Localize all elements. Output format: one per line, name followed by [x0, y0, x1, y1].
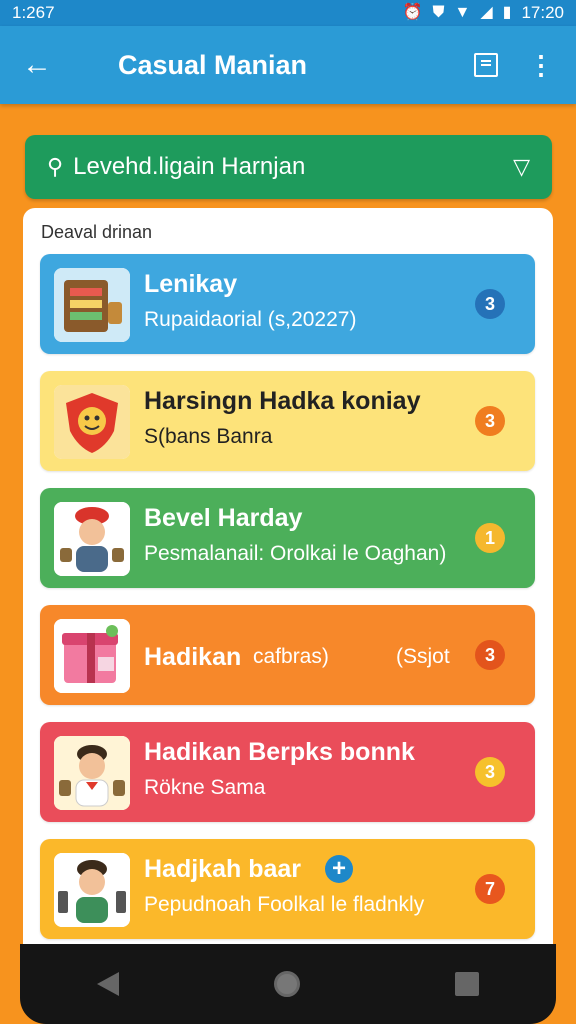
page-title: Casual Manian	[118, 49, 308, 80]
system-nav-bar	[20, 944, 556, 1024]
back-arrow-icon[interactable]: ←	[22, 48, 62, 82]
app-bar: ← Casual Manian ⋮	[0, 26, 576, 104]
more-vert-icon[interactable]: ⋮	[528, 50, 554, 81]
item-subtitle: S(bans Banra	[144, 425, 273, 448]
count-badge: 7	[475, 874, 505, 904]
item-title: Harsingn Hadka koniay	[144, 387, 421, 415]
shop-icon	[54, 268, 130, 342]
dropdown-caret-icon: ▽	[513, 154, 530, 179]
count-badge: 3	[475, 289, 505, 319]
card-heading: Deaval drinan	[41, 222, 153, 242]
shield-mascot-icon	[54, 385, 130, 459]
list-item[interactable]: Lenikay Rupaidaorial (s,20227) 3	[40, 254, 535, 354]
list-card: Deaval drinan Lenikay Rupaidaorial (s,20…	[23, 208, 553, 968]
nav-recents-icon[interactable]	[454, 972, 479, 996]
battery-icon: ▮	[502, 4, 512, 21]
filter-value: Levehd.ligain Harnjan	[73, 153, 306, 180]
count-badge: 3	[475, 757, 505, 787]
nav-back-icon[interactable]	[97, 972, 120, 996]
alarm-icon: ⏰	[402, 4, 423, 21]
list-item[interactable]: Bevel Harday Pesmalanail: Orolkai le Oag…	[40, 488, 535, 588]
item-subtitle: Rupaidaorial (s,20227)	[144, 308, 357, 331]
item-subtitle: cafbras)	[253, 645, 329, 668]
filter-dropdown[interactable]: ⚲ Levehd.ligain Harnjan ▽	[25, 135, 552, 199]
status-time-right: 17:20	[521, 3, 564, 22]
count-badge: 3	[475, 640, 505, 670]
person-tools-icon	[54, 853, 130, 927]
item-title: Lenikay	[144, 270, 238, 298]
wifi-icon: ▼	[454, 4, 471, 21]
status-bar: 1:267 ⏰ ⛊ ▼ ◢ ▮ 17:20	[0, 0, 576, 26]
list-item[interactable]: Harsingn Hadka koniay S(bans Banra 3	[40, 371, 535, 471]
status-time-left: 1:267	[12, 3, 55, 22]
item-title: Bevel Harday	[144, 504, 303, 532]
status-icons: ⏰ ⛊ ▼ ◢ ▮ 17:20	[403, 3, 564, 23]
gift-box-icon	[54, 619, 130, 693]
person-boy-icon	[54, 736, 130, 810]
nav-home-icon[interactable]	[273, 971, 300, 997]
item-title: Hadjkah baar	[144, 855, 302, 883]
count-badge: 1	[475, 523, 505, 553]
item-subtitle: Rökne Sama	[144, 776, 266, 799]
count-badge: 3	[475, 406, 505, 436]
list-item[interactable]: Hadikan Berpks bonnk Rökne Sama 3	[40, 722, 535, 822]
item-note: (Ssjot	[396, 645, 450, 668]
document-icon[interactable]	[474, 53, 498, 77]
signal-icon: ◢	[480, 4, 493, 21]
list-item[interactable]: Hadjkah baar + Pepudnoah Foolkal le flad…	[40, 839, 535, 939]
shield-icon: ⛊	[432, 4, 445, 21]
add-icon[interactable]: +	[325, 855, 353, 883]
item-subtitle: Pepudnoah Foolkal le fladnkly	[144, 893, 425, 916]
list-item[interactable]: Hadikan cafbras) (Ssjot 3	[40, 605, 535, 705]
item-subtitle: Pesmalanail: Orolkai le Oaghan)	[144, 542, 447, 565]
person-red-hat-icon	[54, 502, 130, 576]
item-title: Hadikan	[144, 643, 242, 671]
item-title: Hadikan Berpks bonnk	[144, 738, 415, 766]
search-icon: ⚲	[47, 154, 64, 179]
